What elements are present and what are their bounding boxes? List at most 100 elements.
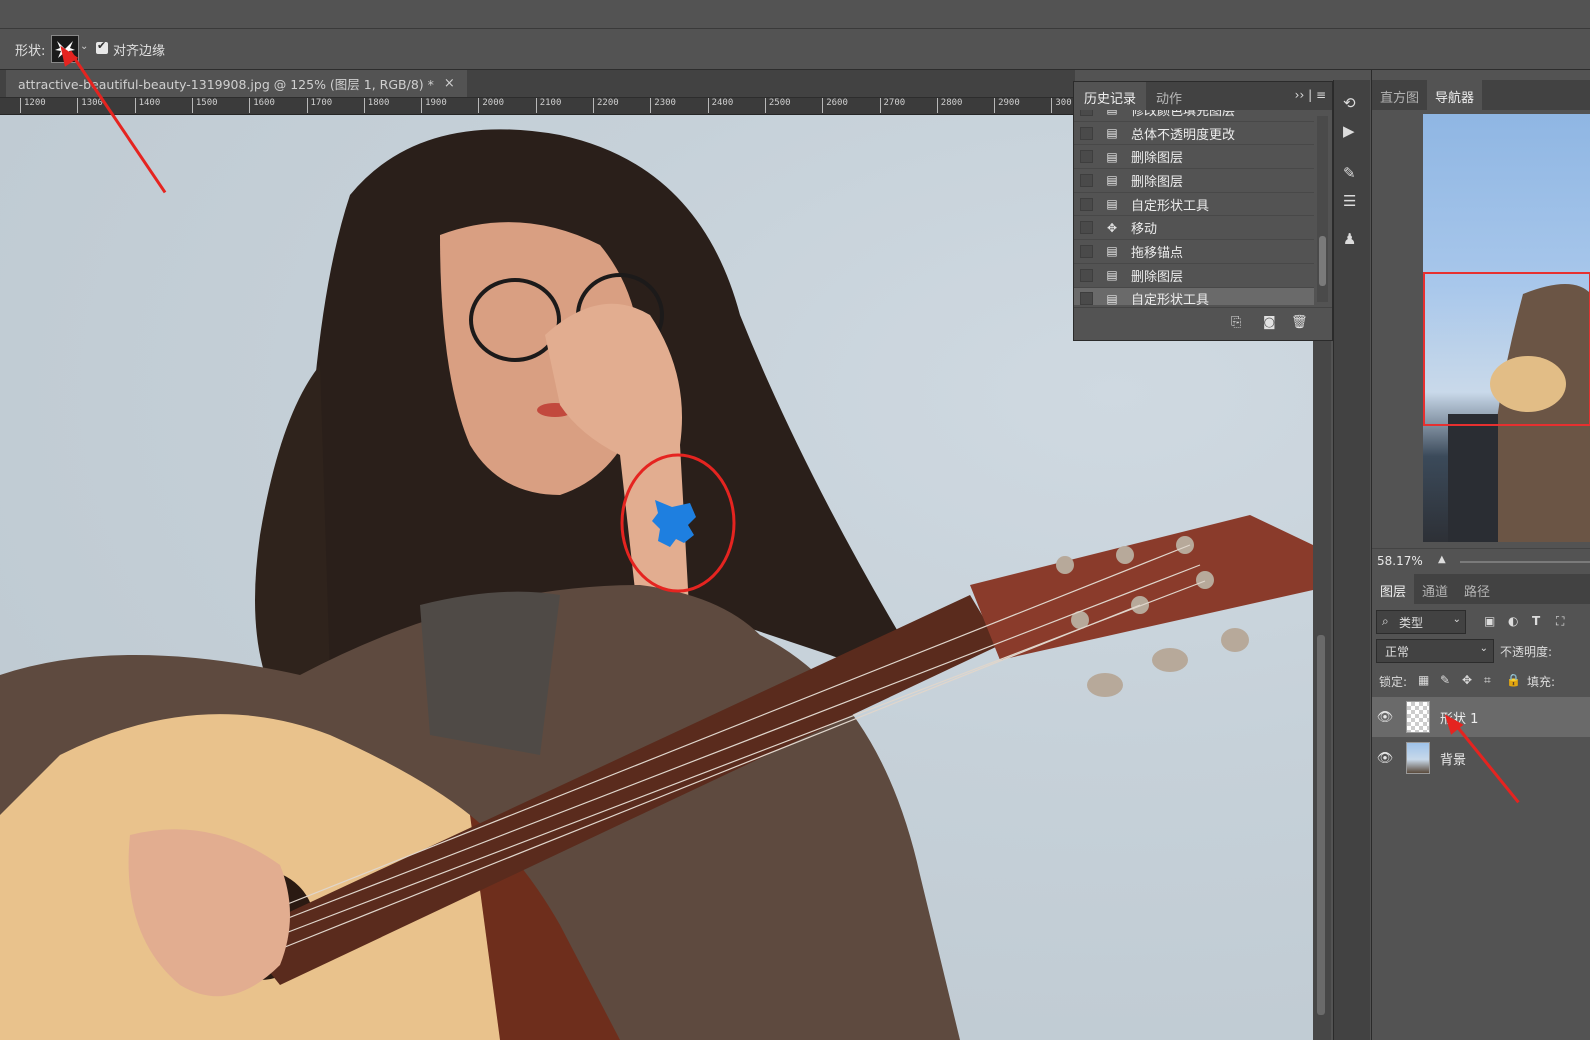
right-panel: 直方图 导航器 58.17% ▲ 图层 通道 路径 ⌕ 类型 ⌄ ▣ ◐ T ⛶… [1371, 70, 1590, 1040]
eye-icon[interactable]: 👁 [1372, 710, 1398, 725]
ruler-tick-label: 2800 [936, 98, 963, 113]
tab-history[interactable]: 历史记录 [1074, 82, 1147, 110]
lock-artboard-icon[interactable]: ⌗ [1484, 673, 1491, 688]
document-title: attractive-beautiful-beauty-1319908.jpg … [18, 77, 434, 92]
adjustment-filter-icon[interactable]: ◐ [1508, 614, 1518, 628]
history-panel: 历史记录 动作 ›› | ≡ ▤修改颜色填充图层 ▤总体不透明度更改 ▤删除图层… [1073, 81, 1333, 341]
doc-icon: ▤ [1106, 268, 1118, 283]
history-scrollbar[interactable] [1317, 116, 1328, 302]
lock-all-icon[interactable]: 🔒 [1506, 673, 1521, 687]
ruler-tick-label: 2200 [593, 98, 619, 113]
options-bar: 形状: ⌄ ✔ 对齐边缘 [0, 29, 1590, 70]
tab-layers[interactable]: 图层 [1372, 574, 1415, 604]
eye-icon[interactable]: 👁 [1372, 751, 1398, 766]
ruler-tick-label: 2900 [994, 98, 1020, 113]
history-item[interactable]: ▤ 自定形状工具 [1074, 193, 1314, 217]
shape-filter-icon[interactable]: ⛶ [1556, 614, 1564, 629]
ruler-tick-label: 2300 [650, 98, 676, 113]
layer-thumbnail [1406, 701, 1430, 733]
new-document-icon[interactable]: ⎘ [1231, 315, 1241, 330]
history-panel-icon[interactable]: ⟲ [1343, 94, 1356, 112]
panel-menu-icon[interactable]: ›› | ≡ [1295, 88, 1326, 102]
doc-icon: ▤ [1106, 244, 1118, 259]
tab-histogram[interactable]: 直方图 [1372, 80, 1427, 110]
opacity-label: 不透明度: [1500, 645, 1553, 659]
move-icon: ✥ [1106, 220, 1118, 235]
layer-name: 背景 [1440, 752, 1467, 768]
lock-pixels-icon[interactable]: ✎ [1440, 673, 1450, 687]
history-tabs: 历史记录 动作 [1074, 82, 1332, 110]
ruler-tick-label: 1900 [421, 98, 447, 113]
ruler-tick-label: 1500 [191, 98, 218, 113]
tab-paths[interactable]: 路径 [1456, 574, 1498, 604]
doc-icon: ▤ [1106, 197, 1118, 212]
brush-icon[interactable]: ✎ [1343, 164, 1356, 182]
doc-icon: ▤ [1106, 291, 1118, 305]
ruler-tick-label: 2400 [707, 98, 734, 113]
history-item-selected[interactable]: ▤ 自定形状工具 [1074, 287, 1314, 305]
ruler-tick-label: 2700 [879, 98, 906, 113]
history-footer: ⎘ ◙ 🗑 [1074, 307, 1332, 340]
align-edges-label: 对齐边缘 [113, 44, 166, 59]
ruler-tick-label: 1700 [306, 98, 333, 113]
blend-mode-select[interactable]: 正常 ⌄ [1376, 639, 1494, 663]
chevron-down-icon: ⌄ [1452, 614, 1461, 625]
fill-label: 填充: [1527, 675, 1556, 689]
ruler-tick-label: 1600 [249, 98, 275, 113]
align-edges-checkbox[interactable]: ✔ [96, 39, 108, 54]
history-item[interactable]: ▤修改颜色填充图层 [1074, 110, 1314, 122]
document-tab[interactable]: attractive-beautiful-beauty-1319908.jpg … [6, 70, 467, 97]
lock-label: 锁定: [1379, 675, 1408, 689]
navigator-thumbnail[interactable] [1423, 114, 1590, 542]
navigator-view-box[interactable] [1423, 272, 1590, 426]
doc-icon: ▤ [1106, 173, 1118, 188]
ruler-tick-label: 2600 [822, 98, 848, 113]
tab-channels[interactable]: 通道 [1414, 574, 1456, 604]
close-icon[interactable]: × [444, 76, 455, 91]
search-icon: ⌕ [1382, 614, 1389, 628]
tab-navigator[interactable]: 导航器 [1427, 80, 1483, 110]
filter-label: 类型 [1399, 616, 1424, 630]
tab-actions[interactable]: 动作 [1146, 82, 1192, 110]
zoom-slider[interactable] [1460, 561, 1590, 563]
type-filter-icon[interactable]: T [1532, 614, 1540, 628]
blend-mode-value: 正常 [1385, 645, 1410, 659]
document-tab-bar: attractive-beautiful-beauty-1319908.jpg … [0, 70, 1075, 98]
layers-tabs: 图层 通道 路径 [1372, 574, 1590, 604]
history-item[interactable]: ▤ 总体不透明度更改 [1074, 122, 1314, 146]
ruler-tick-label: 2100 [535, 98, 562, 113]
chevron-down-icon[interactable]: ⌄ [80, 41, 88, 52]
ruler-tick-label: 1400 [134, 98, 161, 113]
navigator-tabs: 直方图 导航器 [1372, 80, 1590, 110]
layer-thumbnail [1406, 742, 1430, 774]
history-item[interactable]: ▤ 删除图层 [1074, 145, 1314, 170]
chevron-down-icon: ⌄ [1479, 643, 1488, 654]
zoom-value[interactable]: 58.17% [1377, 554, 1423, 568]
zoom-out-icon[interactable]: ▲ [1438, 554, 1446, 565]
ruler-tick-label: 300 [1051, 98, 1072, 113]
layer-row-shape[interactable]: 👁 形状 1 [1372, 697, 1590, 737]
lock-transparency-icon[interactable]: ▦ [1418, 673, 1429, 687]
history-item[interactable]: ▤ 删除图层 [1074, 264, 1314, 288]
doc-icon: ▤ [1106, 126, 1118, 141]
doc-icon: ▤ [1105, 110, 1119, 116]
history-item[interactable]: ✥ 移动 [1074, 216, 1314, 241]
lock-position-icon[interactable]: ✥ [1462, 673, 1472, 687]
adjustments-icon[interactable]: ☰ [1343, 192, 1356, 210]
image-filter-icon[interactable]: ▣ [1484, 614, 1495, 628]
clone-stamp-icon[interactable]: ♟ [1343, 230, 1356, 248]
ruler-tick-label: 2000 [478, 98, 505, 113]
doc-icon: ▤ [1106, 149, 1118, 164]
ruler-tick-label: 1800 [363, 98, 390, 113]
horizontal-ruler: 1200 1300 1400 1500 1600 1700 1800 1900 2000 2100… [0, 98, 1075, 115]
trash-icon[interactable]: 🗑 [1291, 315, 1308, 330]
ruler-tick-label: 2500 [764, 98, 791, 113]
play-icon[interactable]: ▶ [1343, 122, 1355, 140]
history-item[interactable]: ▤ 删除图层 [1074, 169, 1314, 193]
history-item[interactable]: ▤ 拖移锚点 [1074, 240, 1314, 264]
navigator-zoom-row: 58.17% ▲ [1372, 548, 1590, 576]
camera-icon[interactable]: ◙ [1263, 315, 1276, 330]
shape-label: 形状: [15, 44, 46, 59]
layer-filter-select[interactable]: ⌕ 类型 ⌄ [1376, 610, 1466, 634]
history-list: ▤修改颜色填充图层 ▤总体不透明度更改 ▤删除图层 ▤删除图层 ▤自定形状工具 … [1074, 110, 1314, 305]
